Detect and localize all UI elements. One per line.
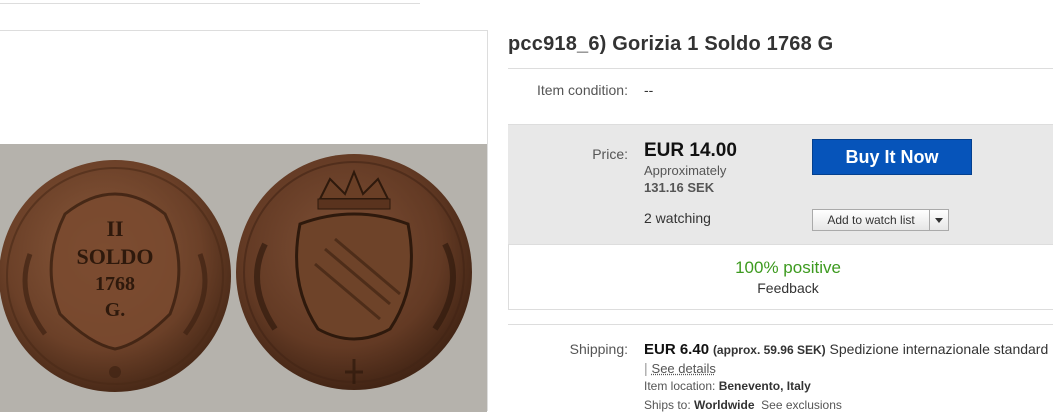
- shipping-label: Shipping:: [508, 341, 628, 357]
- watch-list-dropdown[interactable]: [929, 209, 949, 231]
- item-location-label: Item location:: [644, 379, 715, 393]
- see-details-link[interactable]: See details: [652, 361, 716, 376]
- coin-legend-1: II: [106, 216, 123, 241]
- shipping-approx: (approx. 59.96 SEK): [713, 343, 826, 357]
- price-label: Price:: [508, 146, 628, 162]
- see-exclusions-link[interactable]: See exclusions: [761, 398, 842, 412]
- ships-to-value: Worldwide: [694, 398, 754, 412]
- shipping-details: EUR 6.40 (approx. 59.96 SEK) Spedizione …: [644, 340, 1053, 378]
- approx-value: 131.16 SEK: [644, 180, 714, 195]
- coin-photo[interactable]: II SOLDO 1768 G.: [0, 144, 487, 412]
- shield-icon: [297, 214, 412, 339]
- chevron-down-icon: [935, 218, 943, 223]
- top-strip: [0, 0, 1053, 10]
- listing-title: pcc918_6) Gorizia 1 Soldo 1768 G: [508, 33, 833, 56]
- item-location: Item location: Benevento, Italy: [644, 379, 811, 393]
- watching-count: 2 watching: [644, 210, 711, 226]
- buy-it-now-button[interactable]: Buy It Now: [812, 139, 972, 175]
- coin-legend-2: SOLDO: [76, 244, 153, 269]
- coin-legend-3: 1768: [95, 273, 135, 295]
- condition-label: Item condition:: [508, 82, 628, 98]
- title-divider: [508, 68, 1053, 69]
- condition-value: --: [644, 82, 653, 98]
- coin-legend-4: G.: [105, 299, 126, 321]
- image-viewer[interactable]: II SOLDO 1768 G.: [0, 30, 488, 411]
- positive-feedback[interactable]: 100% positive: [508, 258, 1053, 278]
- shipping-divider: [508, 324, 1053, 325]
- ships-to-label: Ships to:: [644, 398, 691, 412]
- shipping-separator: |: [644, 360, 648, 376]
- price-value: EUR 14.00: [644, 140, 737, 162]
- ships-to: Ships to: Worldwide See exclusions: [644, 398, 842, 412]
- shipping-amount: EUR 6.40: [644, 341, 709, 358]
- feedback-label: Feedback: [508, 280, 1053, 296]
- shipping-service: Spedizione internazionale standard: [830, 341, 1049, 357]
- approx-label: Approximately: [644, 163, 726, 178]
- coin-image: II SOLDO 1768 G.: [0, 144, 487, 412]
- top-divider: [0, 0, 420, 4]
- add-to-watch-list-button[interactable]: Add to watch list: [812, 209, 930, 231]
- item-location-value: Benevento, Italy: [719, 379, 811, 393]
